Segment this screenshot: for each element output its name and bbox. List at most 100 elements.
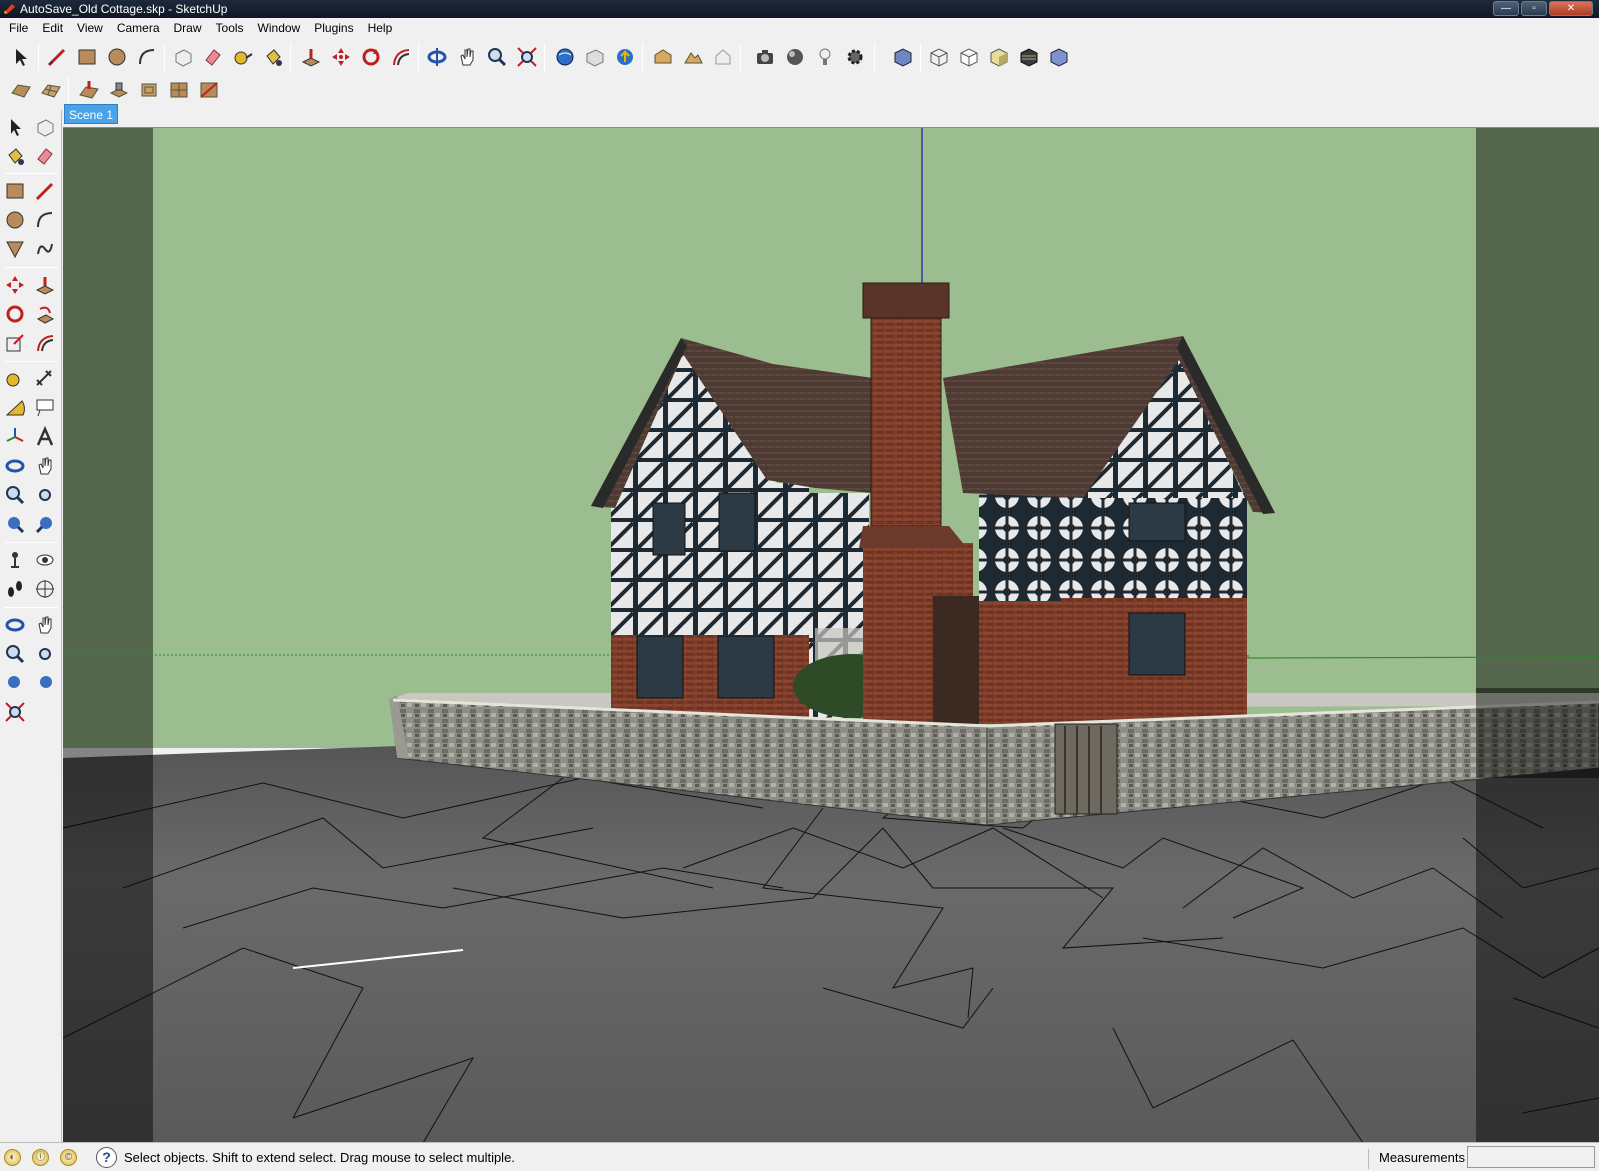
share-model-icon[interactable] (582, 44, 608, 70)
wireframe-icon[interactable] (956, 44, 982, 70)
light-icon[interactable] (812, 44, 838, 70)
move-icon[interactable] (328, 44, 354, 70)
position-camera-icon[interactable] (2, 547, 28, 573)
minimize-button[interactable]: — (1493, 1, 1519, 16)
xray-icon[interactable] (926, 44, 952, 70)
rectangle-icon[interactable] (2, 178, 28, 204)
circle-icon[interactable] (2, 207, 28, 233)
textured-icon[interactable] (1016, 44, 1042, 70)
rotate-icon[interactable] (2, 301, 28, 327)
next-view-icon[interactable] (32, 511, 58, 537)
3d-text-icon[interactable] (32, 424, 58, 450)
tape-measure-icon[interactable] (230, 44, 256, 70)
rotate-icon[interactable] (358, 44, 384, 70)
line-icon[interactable] (44, 44, 70, 70)
google-earth-icon[interactable] (612, 44, 638, 70)
make-component-icon[interactable] (170, 44, 196, 70)
pan-icon[interactable] (454, 44, 480, 70)
zoom-icon[interactable] (484, 44, 510, 70)
previous-view-icon[interactable] (2, 511, 28, 537)
menu-edit[interactable]: Edit (35, 18, 70, 39)
pan-icon[interactable] (32, 453, 58, 479)
menu-help[interactable]: Help (361, 18, 400, 39)
axes-icon[interactable] (2, 424, 28, 450)
text-label-icon[interactable] (32, 395, 58, 421)
paint-bucket-icon[interactable] (260, 44, 286, 70)
tool-separator (4, 267, 58, 268)
menu-camera[interactable]: Camera (110, 18, 167, 39)
protractor-icon[interactable] (2, 395, 28, 421)
circle-icon[interactable] (104, 44, 130, 70)
restore-button[interactable]: ▫ (1521, 1, 1547, 16)
move-icon[interactable] (2, 272, 28, 298)
freehand-icon[interactable] (32, 236, 58, 262)
geo-location-icon[interactable]: ◐ (4, 1149, 21, 1166)
zoom-icon[interactable] (2, 482, 28, 508)
zoom-extents-icon[interactable] (514, 44, 540, 70)
scene-tab[interactable]: Scene 1 (64, 104, 118, 124)
drawing-viewport[interactable] (63, 127, 1599, 1142)
menu-view[interactable]: View (70, 18, 110, 39)
sandbox-from-scratch-icon[interactable] (38, 77, 64, 103)
rectangle-icon[interactable] (74, 44, 100, 70)
arc-icon[interactable] (134, 44, 160, 70)
zoom-icon[interactable] (2, 641, 28, 667)
close-button[interactable]: ✕ (1549, 1, 1593, 16)
toggle-terrain-icon[interactable] (680, 44, 706, 70)
measurements-input[interactable] (1467, 1146, 1595, 1168)
iso-view-icon[interactable] (890, 44, 916, 70)
push-pull-icon[interactable] (32, 272, 58, 298)
select-icon[interactable] (8, 44, 34, 70)
smoove-icon[interactable] (76, 77, 102, 103)
scale-icon[interactable] (2, 330, 28, 356)
menu-draw[interactable]: Draw (167, 18, 209, 39)
stamp-icon[interactable] (106, 77, 132, 103)
polygon-icon[interactable] (2, 236, 28, 262)
previous-view-icon[interactable] (2, 670, 28, 696)
pan-icon[interactable] (32, 612, 58, 638)
zoom-window-icon[interactable] (32, 641, 58, 667)
get-current-view-icon[interactable] (650, 44, 676, 70)
flip-edge-icon[interactable] (196, 77, 222, 103)
line-icon[interactable] (32, 178, 58, 204)
eraser-icon[interactable] (32, 143, 58, 169)
styles-icon[interactable] (842, 44, 868, 70)
eraser-icon[interactable] (200, 44, 226, 70)
orbit-icon[interactable] (424, 44, 450, 70)
make-component-icon[interactable] (32, 114, 58, 140)
follow-me-icon[interactable] (32, 301, 58, 327)
menu-plugins[interactable]: Plugins (307, 18, 360, 39)
section-plane-icon[interactable] (32, 576, 58, 602)
place-model-icon[interactable] (710, 44, 736, 70)
tape-measure-icon[interactable] (2, 366, 28, 392)
next-view-icon[interactable] (32, 670, 58, 696)
orbit-icon[interactable] (2, 612, 28, 638)
dimension-icon[interactable] (32, 366, 58, 392)
shaded-icon[interactable] (986, 44, 1012, 70)
zoom-window-icon[interactable] (32, 482, 58, 508)
push-pull-icon[interactable] (298, 44, 324, 70)
paint-bucket-icon[interactable] (2, 143, 28, 169)
sandbox-from-contours-icon[interactable] (8, 77, 34, 103)
shadows-icon[interactable] (782, 44, 808, 70)
user-icon[interactable]: © (60, 1149, 77, 1166)
monochrome-icon[interactable] (1046, 44, 1072, 70)
camera-icon[interactable] (752, 44, 778, 70)
menu-tools[interactable]: Tools (209, 18, 251, 39)
select-icon[interactable] (2, 114, 28, 140)
arc-icon[interactable] (32, 207, 58, 233)
menu-window[interactable]: Window (251, 18, 308, 39)
get-models-icon[interactable] (552, 44, 578, 70)
offset-icon[interactable] (32, 330, 58, 356)
credits-icon[interactable]: ⓘ (32, 1149, 49, 1166)
zoom-extents-icon[interactable] (2, 699, 28, 725)
look-around-icon[interactable] (32, 547, 58, 573)
menu-file[interactable]: File (2, 18, 35, 39)
add-detail-icon[interactable] (166, 77, 192, 103)
model-canvas[interactable] (63, 128, 1599, 1142)
drape-icon[interactable] (136, 77, 162, 103)
orbit-icon[interactable] (2, 453, 28, 479)
offset-icon[interactable] (388, 44, 414, 70)
help-icon[interactable]: ? (96, 1147, 117, 1168)
walk-icon[interactable] (2, 576, 28, 602)
